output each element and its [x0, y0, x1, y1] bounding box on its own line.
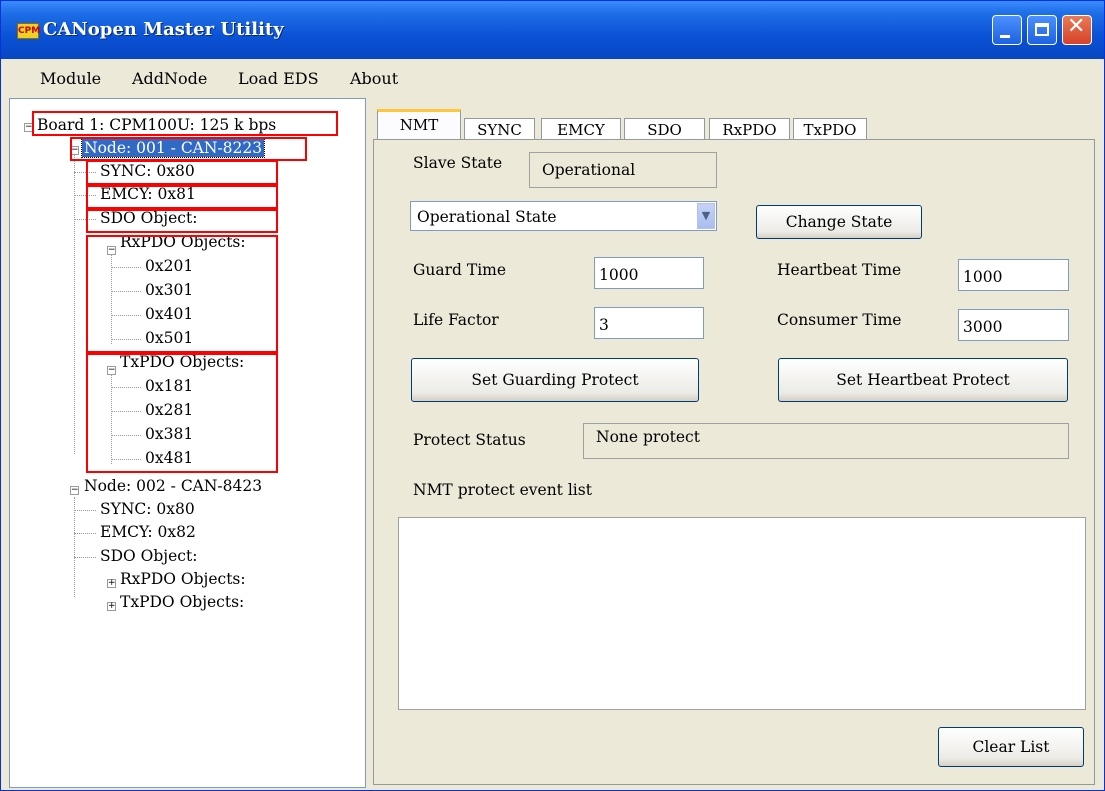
- tree-connector: [74, 557, 96, 558]
- close-button[interactable]: ✕: [1062, 14, 1092, 45]
- expand-icon[interactable]: +: [107, 602, 116, 611]
- highlight-box: [86, 235, 278, 353]
- tab-sdo[interactable]: SDO: [624, 118, 705, 140]
- collapse-icon[interactable]: −: [70, 486, 79, 495]
- tab-emcy[interactable]: EMCY: [541, 118, 621, 140]
- protect-status-label: Protect Status: [413, 431, 526, 449]
- heartbeat-time-label: Heartbeat Time: [777, 261, 902, 279]
- tab-txpdo[interactable]: TxPDO: [793, 118, 867, 140]
- tree-connector: [74, 147, 75, 454]
- tree-connector: [74, 510, 96, 511]
- menu-addnode[interactable]: AddNode: [132, 69, 207, 88]
- highlight-box: [32, 111, 338, 136]
- title-bar[interactable]: CPM CANopen Master Utility ✕: [1, 1, 1104, 59]
- life-factor-input[interactable]: 3: [594, 307, 704, 339]
- maximize-button[interactable]: [1027, 15, 1057, 45]
- tab-nmt[interactable]: NMT: [377, 109, 461, 141]
- minimize-button[interactable]: [992, 15, 1022, 45]
- tab-rxpdo[interactable]: RxPDO: [709, 118, 790, 140]
- menu-load-eds[interactable]: Load EDS: [238, 69, 319, 88]
- maximize-icon: [1035, 23, 1049, 36]
- tab-sync[interactable]: SYNC: [464, 118, 535, 140]
- slave-state-label: Slave State: [413, 154, 503, 172]
- highlight-box: [86, 185, 278, 209]
- consumer-time-label: Consumer Time: [777, 311, 902, 329]
- state-select-value: Operational State: [417, 208, 557, 226]
- tree-txpdo[interactable]: TxPDO Objects:: [120, 593, 244, 611]
- window-title: CANopen Master Utility: [43, 19, 284, 40]
- set-heartbeat-protect-button[interactable]: Set Heartbeat Protect: [778, 358, 1068, 402]
- tree-node-002[interactable]: Node: 002 - CAN-8423: [84, 477, 262, 495]
- chevron-down-icon[interactable]: ▼: [697, 203, 715, 229]
- highlight-box: [86, 160, 278, 185]
- life-factor-label: Life Factor: [413, 311, 499, 329]
- tree-sync[interactable]: SYNC: 0x80: [100, 500, 195, 518]
- tree-sdo[interactable]: SDO Object:: [100, 547, 197, 565]
- tree-connector: [74, 497, 75, 597]
- highlight-box: [70, 137, 307, 161]
- protect-status-value: None protect: [583, 423, 1069, 459]
- expand-icon[interactable]: +: [107, 579, 116, 588]
- clear-list-button[interactable]: Clear List: [938, 727, 1084, 767]
- tree-rxpdo[interactable]: RxPDO Objects:: [120, 570, 246, 588]
- heartbeat-time-input[interactable]: 1000: [958, 259, 1069, 291]
- tree-emcy[interactable]: EMCY: 0x82: [100, 523, 196, 541]
- highlight-box: [86, 209, 278, 233]
- guard-time-label: Guard Time: [413, 261, 507, 279]
- event-list-label: NMT protect event list: [413, 481, 592, 499]
- tree-connector: [74, 533, 96, 534]
- nmt-event-list[interactable]: [398, 517, 1086, 710]
- close-icon: ✕: [1067, 14, 1086, 39]
- set-guarding-protect-button[interactable]: Set Guarding Protect: [411, 358, 699, 402]
- minimize-icon: [1000, 35, 1010, 38]
- main-window: CPM CANopen Master Utility ✕ Module AddN…: [0, 0, 1105, 791]
- menu-about[interactable]: About: [350, 69, 398, 88]
- highlight-box: [86, 353, 278, 473]
- node-tree[interactable]: − − − − − + + Board 1: CPM100U: 125 k bp…: [9, 98, 366, 788]
- app-icon: CPM: [17, 23, 40, 39]
- menu-module[interactable]: Module: [40, 69, 101, 88]
- change-state-button[interactable]: Change State: [756, 205, 922, 239]
- state-select[interactable]: Operational State ▼: [410, 201, 717, 231]
- consumer-time-input[interactable]: 3000: [958, 309, 1069, 341]
- guard-time-input[interactable]: 1000: [594, 257, 704, 289]
- menu-bar: Module AddNode Load EDS About: [1, 59, 1104, 95]
- slave-state-value: Operational: [529, 152, 717, 188]
